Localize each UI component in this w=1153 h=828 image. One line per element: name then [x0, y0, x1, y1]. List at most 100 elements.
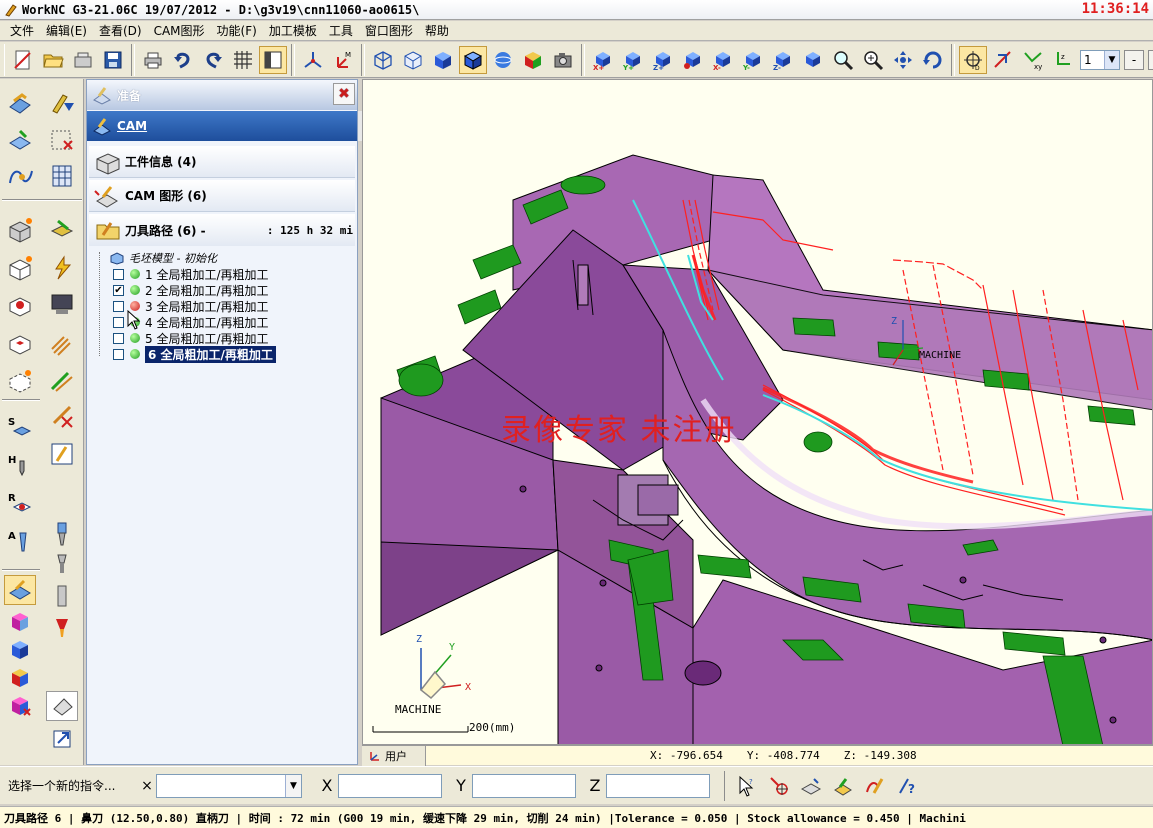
view-x-plus-button[interactable]: X+ [589, 46, 617, 74]
workzone-button[interactable] [4, 89, 36, 119]
view-iso-button[interactable] [679, 46, 707, 74]
pan-button[interactable] [889, 46, 917, 74]
zoom-dynamic-button[interactable] [859, 46, 887, 74]
view-z-plus-button[interactable]: Z+ [649, 46, 677, 74]
command-combo[interactable]: ▼ [156, 773, 302, 798]
blue-cube-button[interactable] [4, 635, 36, 665]
export-button[interactable] [46, 723, 78, 753]
rotate-button[interactable] [919, 46, 947, 74]
contour-button[interactable] [4, 289, 36, 319]
toolpath-4-checkbox[interactable] [113, 316, 124, 328]
holder-button[interactable] [46, 549, 78, 579]
zoom-window-button[interactable] [829, 46, 857, 74]
select-pointer-button[interactable]: ? [732, 771, 762, 801]
rest-roughing-button[interactable] [46, 215, 78, 245]
tool-library-button[interactable] [46, 439, 78, 469]
curve-tool-button[interactable] [4, 161, 36, 191]
hatch-button[interactable] [46, 331, 78, 361]
cutter-button[interactable] [46, 519, 78, 549]
pick-curve-button[interactable] [860, 771, 890, 801]
stock-model-row[interactable]: 毛坯模型 - 初始化 [91, 250, 355, 266]
menu-help[interactable]: 帮助 [419, 22, 455, 40]
undo-button[interactable] [169, 46, 197, 74]
save-button[interactable] [99, 46, 127, 74]
pocket-button[interactable] [4, 327, 36, 357]
edge-tool-button[interactable] [46, 367, 78, 397]
h-mode-button[interactable]: H [4, 451, 36, 481]
axis-z-button[interactable]: z [1049, 46, 1077, 74]
panel-toggle-button[interactable] [259, 45, 287, 74]
hidden-line-button[interactable] [399, 46, 427, 74]
multi-color-cube-button[interactable] [4, 663, 36, 693]
lightning-tool-button[interactable] [46, 253, 78, 283]
new-file-button[interactable] [9, 46, 37, 74]
delete-cube-button[interactable] [4, 691, 36, 721]
cut-tool-button[interactable] [46, 401, 78, 431]
block-roughing-button[interactable] [4, 215, 36, 245]
shaded-edges-button[interactable] [459, 45, 487, 74]
3d-viewport[interactable]: 录像专家 未注册 Z Y X Z MACHINE MACHINE 200(mm) [362, 79, 1153, 745]
color-cube-button[interactable] [519, 46, 547, 74]
section-button[interactable] [989, 46, 1017, 74]
view-all-button[interactable] [799, 46, 827, 74]
a-mode-button[interactable]: A [4, 527, 36, 557]
view-z-minus-button[interactable]: Z- [769, 46, 797, 74]
view-y-plus-button[interactable]: Y+ [619, 46, 647, 74]
camera-button[interactable] [549, 46, 577, 74]
wireframe-button[interactable] [369, 46, 397, 74]
select-zone-button[interactable] [4, 365, 36, 395]
toolpath-row-2[interactable]: ✔ 2 全局粗加工/再粗加工 [91, 282, 355, 298]
x-coordinate-input[interactable] [338, 773, 442, 798]
finishing-button[interactable] [4, 253, 36, 283]
print-button[interactable] [139, 46, 167, 74]
toolpath-run-button[interactable] [46, 89, 78, 119]
toolpath-row-5[interactable]: 5 全局粗加工/再粗加工 [91, 330, 355, 346]
measure-button[interactable]: xy [1019, 46, 1047, 74]
zoom-minus-button[interactable]: - [1124, 49, 1144, 70]
calculator-button[interactable] [46, 161, 78, 191]
cam-section-header[interactable]: CAM ✔ [87, 111, 382, 141]
toolpath-row-1[interactable]: 1 全局粗加工/再粗加工 [91, 266, 355, 282]
zoom-level-select[interactable]: 1 ▼ [1080, 49, 1120, 70]
frame-xy-button[interactable] [299, 46, 327, 74]
r-mode-button[interactable]: R [4, 489, 36, 519]
target-button[interactable]: D [959, 45, 987, 74]
sphere-view-button[interactable] [489, 46, 517, 74]
surface-tool-button[interactable] [4, 125, 36, 155]
menu-functions[interactable]: 功能(F) [211, 22, 263, 40]
help-button[interactable]: ? [892, 771, 922, 801]
pick-point-button[interactable] [764, 771, 794, 801]
s-mode-button[interactable]: S [4, 413, 36, 443]
close-panel-button[interactable]: ✖ [333, 83, 355, 105]
simulation-button[interactable] [46, 289, 78, 319]
tool-assembly-button[interactable] [46, 613, 78, 643]
toolpath-1-checkbox[interactable] [113, 268, 124, 280]
clear-command-button[interactable]: × [138, 778, 156, 794]
cam-graphics-row[interactable]: CAM 图形 (6) [89, 180, 355, 212]
view-y-minus-button[interactable]: Y- [739, 46, 767, 74]
delete-toolpath-button[interactable] [46, 125, 78, 155]
toolpath-row-6[interactable]: 6 全局粗加工/再粗加工 [91, 345, 355, 363]
magenta-block-button[interactable] [4, 607, 36, 637]
menu-file[interactable]: 文件 [4, 22, 40, 40]
pick-surface-button[interactable] [796, 771, 826, 801]
toolpath-5-checkbox[interactable] [113, 332, 124, 344]
shaded-button[interactable] [429, 46, 457, 74]
pick-entity-button[interactable] [828, 771, 858, 801]
z-coordinate-input[interactable] [606, 773, 710, 798]
view-x-minus-button[interactable]: X- [709, 46, 737, 74]
toolpath-6-checkbox[interactable] [113, 348, 124, 360]
menu-cam-graphics[interactable]: CAM图形 [148, 22, 211, 40]
eraser-button[interactable] [46, 691, 78, 721]
zoom-plus-button[interactable]: + [1148, 49, 1153, 70]
menu-edit[interactable]: 编辑(E) [40, 22, 93, 40]
frame-machine-button[interactable]: M [329, 46, 357, 74]
workpiece-info-row[interactable]: 工件信息 (4) [89, 146, 355, 178]
shank-button[interactable] [46, 581, 78, 611]
grid-button[interactable] [229, 46, 257, 74]
menu-tools[interactable]: 工具 [323, 22, 359, 40]
open-file-button[interactable] [39, 46, 67, 74]
menu-window-graphics[interactable]: 窗口图形 [359, 22, 419, 40]
import-button[interactable] [69, 46, 97, 74]
prep-section-header[interactable]: 准备 ✖ [87, 80, 357, 110]
